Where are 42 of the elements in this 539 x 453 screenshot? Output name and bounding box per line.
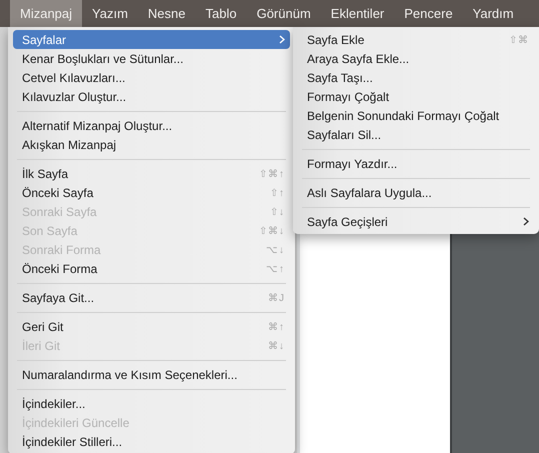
menu-item[interactable]: Araya Sayfa Ekle... (298, 49, 534, 68)
chevron-right-icon (523, 217, 529, 226)
menu-item[interactable]: Önceki Sayfa ⇧↑ (13, 183, 290, 202)
menu-bar-item[interactable]: Yardım (462, 0, 524, 27)
menu-bar-item[interactable]: Pencere (394, 0, 463, 27)
shortcut-label: ⌘J (268, 292, 285, 304)
shortcut-label: ⇧⌘ (509, 34, 529, 46)
menu-item[interactable]: Numaralandırma ve Kısım Seçenekleri... (13, 365, 290, 384)
menu-item[interactable]: Formayı Çoğalt (298, 87, 534, 106)
menu-item[interactable]: Kılavuzlar Oluştur... (13, 87, 290, 106)
menu-item[interactable]: Alternatif Mizanpaj Oluştur... (13, 116, 290, 135)
menu-item[interactable]: İlk Sayfa ⇧⌘↑ (13, 164, 290, 183)
menu-bar-item[interactable]: Yazım (82, 0, 138, 27)
menu-item[interactable]: Belgenin Sonundaki Formayı Çoğalt (298, 106, 534, 125)
menu-item[interactable]: Geri Git ⌘↑ (13, 317, 290, 336)
menu-item[interactable]: Sayfalar (13, 30, 290, 49)
menu-item[interactable]: İçindekiler... (13, 394, 290, 413)
menu-item[interactable]: Formayı Yazdır... (298, 154, 534, 173)
menu-item[interactable]: Sayfaları Sil... (298, 125, 534, 144)
shortcut-label: ⇧↓ (270, 206, 285, 218)
shortcut-label: ⌘↑ (268, 320, 285, 332)
chevron-right-icon (279, 35, 285, 44)
menu-item[interactable]: İçindekiler Stilleri... (13, 432, 290, 451)
menu-item[interactable]: Cetvel Kılavuzları... (13, 68, 290, 87)
shortcut-label: ⌘↓ (268, 340, 285, 352)
menu-bar-item[interactable]: Tablo (196, 0, 247, 27)
menu-bar-item[interactable]: Görünüm (246, 0, 321, 27)
menu-item[interactable]: Sayfaya Git... ⌘J (13, 288, 290, 307)
shortcut-label: ⇧↑ (270, 186, 285, 198)
menu-bar-item[interactable]: Nesne (138, 0, 196, 27)
menu-item[interactable]: Sayfa Geçişleri (298, 212, 534, 231)
shortcut-label: ⇧⌘↓ (259, 224, 285, 236)
menu-item[interactable]: Akışkan Mizanpaj (13, 135, 290, 154)
menu-item[interactable]: Sayfa Ekle ⇧⌘ (298, 30, 534, 49)
menu-item[interactable]: Önceki Forma ⌥↑ (13, 259, 290, 278)
menu-item[interactable]: Aslı Sayfalara Uygula... (298, 183, 534, 202)
shortcut-label: ⇧⌘↑ (259, 168, 285, 180)
shortcut-label: ⌥↓ (266, 244, 285, 256)
shortcut-label: ⌥↑ (266, 262, 285, 274)
menu-bar-item[interactable]: Eklentiler (320, 0, 394, 27)
menu-item[interactable]: Sayfa Taşı... (298, 68, 534, 87)
menu-item[interactable]: Kenar Boşlukları ve Sütunlar... (13, 49, 290, 68)
